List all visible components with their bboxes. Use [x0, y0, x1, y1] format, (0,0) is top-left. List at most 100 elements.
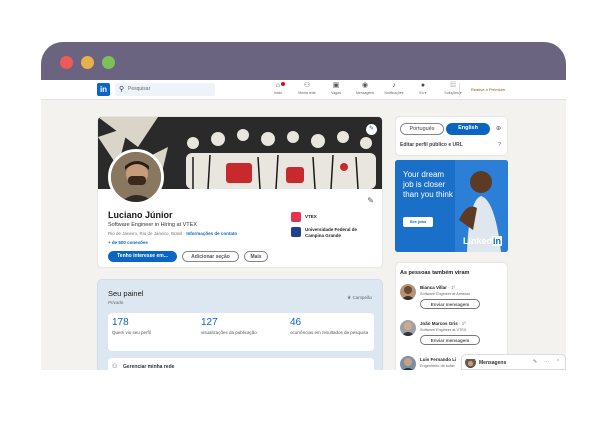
send-message-button[interactable]: Enviar mensagem	[420, 335, 480, 345]
manage-network-row[interactable]: ⚇ Gerenciar minha rede	[108, 358, 374, 370]
stat-label: ocorrências em resultados de pesquisa	[290, 330, 369, 335]
connection-degree: · 1º	[459, 321, 466, 326]
top-navbar: in ⚲ Pesquisar ⌂ Início ⚇ Minha rede ▣ V…	[41, 80, 566, 100]
add-section-button[interactable]: Adicionar seção	[182, 251, 239, 262]
nav-label: Vagas	[331, 91, 341, 95]
compose-icon[interactable]: ✎	[533, 359, 537, 365]
badge-label: Campeão	[352, 295, 372, 300]
message-icon: ◉	[361, 82, 369, 89]
vtex-logo	[291, 212, 301, 222]
edit-public-profile-link[interactable]: Editar perfil público e URL	[400, 142, 463, 148]
more-options-icon[interactable]: ···	[544, 359, 549, 365]
avatar[interactable]	[400, 284, 416, 300]
panel-title: Seu painel	[108, 289, 144, 298]
list-item[interactable]: João Marcos Gris · 1º Software Engineer …	[400, 320, 505, 356]
minimize-window-icon[interactable]	[81, 56, 94, 69]
nav-item-me[interactable]: ● Eu ▾	[410, 82, 436, 99]
avatar	[465, 357, 476, 368]
people-also-viewed-title: As pessoas também viram	[400, 270, 470, 276]
ad-banner[interactable]: Your dream job is closer than you think …	[395, 160, 508, 252]
profile-name: Luciano Júnior	[108, 210, 173, 220]
briefcase-icon: ▣	[332, 82, 340, 89]
stat-value: 46	[290, 317, 302, 328]
language-english-button[interactable]: English	[446, 123, 490, 135]
edit-banner-icon[interactable]: ✎	[366, 124, 377, 135]
open-to-button[interactable]: Tenho interesse em...	[108, 251, 177, 262]
browser-window: in ⚲ Pesquisar ⌂ Início ⚇ Minha rede ▣ V…	[41, 42, 566, 370]
maximize-window-icon[interactable]	[102, 56, 115, 69]
add-language-icon[interactable]: ⊕	[496, 125, 501, 132]
nav-label: Eu ▾	[419, 91, 427, 95]
see-jobs-button[interactable]: See jobs	[403, 217, 433, 227]
stat-search-appearances[interactable]: 46 ocorrências em resultados de pesquisa	[290, 317, 370, 336]
nav-item-solutions[interactable]: ⁞⁞⁞ Soluções ▾	[440, 82, 466, 99]
nav-item-network[interactable]: ⚇ Minha rede	[294, 82, 320, 99]
edit-profile-icon[interactable]: ✎	[367, 196, 374, 205]
stat-profile-views[interactable]: 178 Quem viu seu perfil	[112, 317, 200, 336]
person-name[interactable]: Luis Fernando Li	[420, 357, 456, 362]
nav-label: Mensagens	[355, 91, 375, 95]
bell-icon: ♪	[392, 82, 396, 89]
person-name[interactable]: João Marcos Gris · 1º	[420, 321, 466, 326]
nav-item-jobs[interactable]: ▣ Vagas	[323, 82, 349, 99]
stat-value: 178	[112, 317, 129, 328]
language-portuguese-button[interactable]: Português	[400, 123, 444, 135]
nav-item-notifications[interactable]: ♪ Notificações	[381, 82, 407, 99]
profile-photo[interactable]	[108, 149, 164, 205]
nav-label: Soluções ▾	[444, 91, 462, 95]
nav-label: Início	[273, 91, 283, 95]
profile-location: Rio de Janeiro, Rio de Janeiro, Brasil ·…	[108, 231, 237, 236]
person-name[interactable]: Bianca Villar · 1º	[420, 285, 455, 290]
avatar[interactable]	[400, 356, 416, 370]
name-text: João Marcos Gris	[420, 321, 458, 326]
company-name[interactable]: VTEX	[305, 214, 317, 219]
messaging-label: Mensagens	[479, 360, 507, 366]
stat-value: 127	[201, 317, 218, 328]
all-star-badge: ♛ Campeão	[347, 295, 372, 301]
dashboard-panel: Seu painel Privado ♛ Campeão 178 Quem vi…	[97, 279, 383, 370]
person-title: Software Engineer at Amazon	[420, 292, 471, 296]
stat-label: visualizações da publicação	[201, 330, 257, 335]
trophy-icon: ♛	[347, 295, 352, 300]
more-button[interactable]: Mais	[244, 251, 268, 262]
send-message-button[interactable]: Enviar mensagem	[420, 299, 480, 309]
contact-info-link[interactable]: Informações de contato	[186, 231, 237, 236]
wordmark-in: in	[492, 236, 502, 246]
connection-degree: · 1º	[448, 285, 456, 290]
profile-headline: Software Engineer in Hiring at VTEX	[108, 222, 197, 228]
window-titlebar	[41, 42, 566, 80]
profile-card: ✎ ✎ Luciano Júnior Software Engineer in …	[97, 116, 383, 268]
network-icon: ⚇	[112, 364, 118, 370]
nav-label: Notificações	[384, 91, 404, 95]
avatar-icon: ●	[420, 82, 426, 89]
stat-post-views[interactable]: 127 visualizações da publicação	[201, 317, 289, 336]
linkedin-wordmark: Linkedin	[463, 236, 502, 246]
location-text: Rio de Janeiro, Rio de Janeiro, Brasil ·	[108, 231, 186, 236]
search-input[interactable]: ⚲ Pesquisar	[115, 83, 215, 96]
messaging-bar[interactable]: Mensagens ✎ ··· ⌃	[461, 354, 566, 370]
wordmark-text: Linked	[462, 236, 492, 246]
nav-item-messages[interactable]: ◉ Mensagens	[352, 82, 378, 99]
connections-link[interactable]: + de 500 conexões	[108, 240, 148, 245]
ad-text: Your dream job is closer than you think	[403, 170, 453, 199]
list-item[interactable]: Bianca Villar · 1º Software Engineer at …	[400, 284, 505, 320]
notification-dot	[281, 82, 285, 86]
help-icon[interactable]: ?	[498, 142, 501, 148]
education-name[interactable]: Universidade Federal de Campina Grande	[305, 227, 377, 239]
chevron-up-icon[interactable]: ⌃	[556, 359, 560, 365]
network-icon: ⚇	[303, 82, 311, 89]
university-logo	[291, 227, 301, 237]
close-window-icon[interactable]	[60, 56, 73, 69]
stats-box: 178 Quem viu seu perfil 127 visualizaçõe…	[108, 313, 374, 351]
manage-network-label: Gerenciar minha rede	[123, 364, 175, 370]
premium-link[interactable]: Reative o Premium	[471, 87, 505, 92]
nav-item-home[interactable]: ⌂ Início	[265, 82, 291, 99]
panel-privacy: Privado	[108, 300, 124, 305]
search-placeholder: Pesquisar	[128, 86, 151, 92]
person-title: Engenheiro de softw	[420, 364, 455, 368]
linkedin-logo[interactable]: in	[97, 83, 110, 96]
grid-icon: ⁞⁞⁞	[450, 82, 456, 89]
avatar[interactable]	[400, 320, 416, 336]
home-icon: ⌂	[275, 82, 281, 89]
name-text: Bianca Villar	[420, 285, 447, 290]
